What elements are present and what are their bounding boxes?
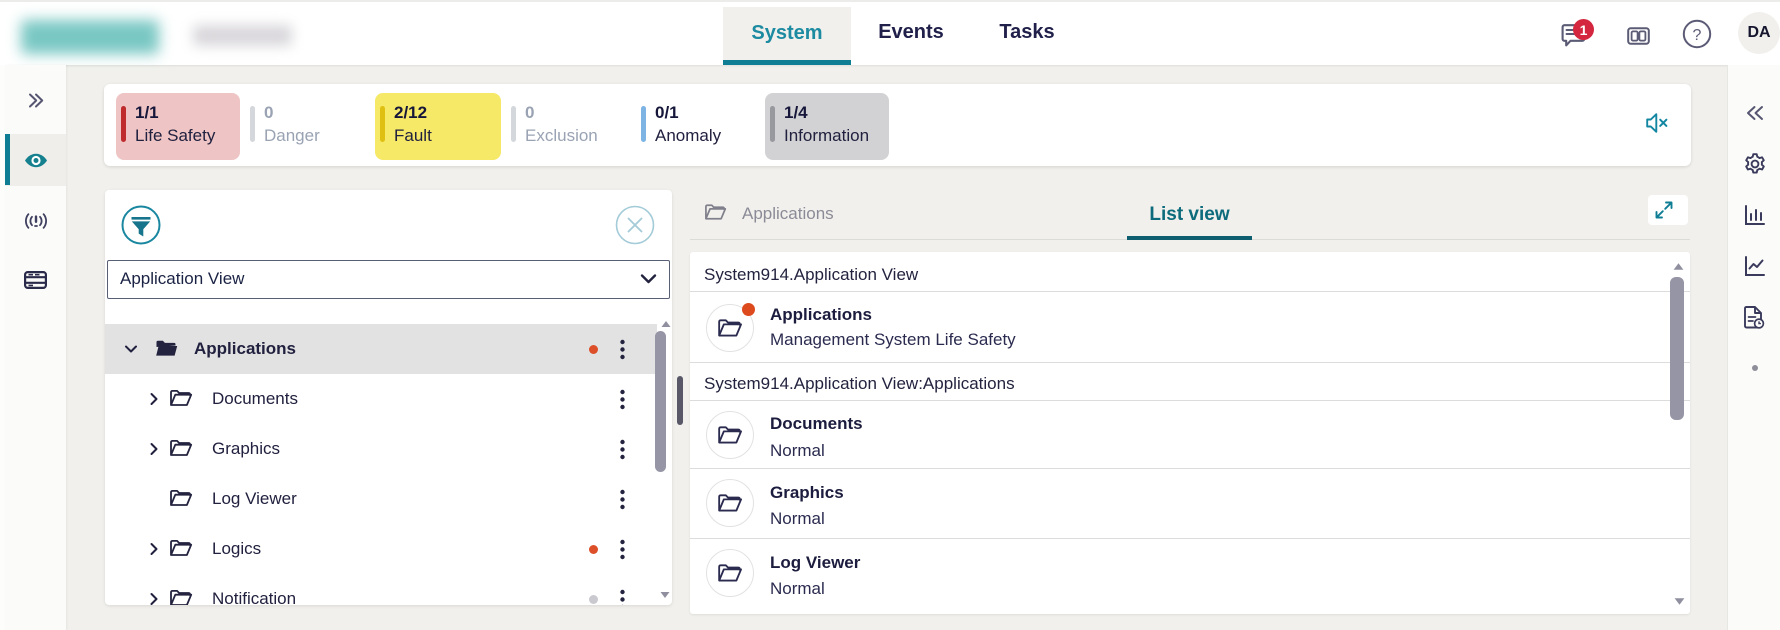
svg-text:?: ? [1693, 27, 1702, 44]
